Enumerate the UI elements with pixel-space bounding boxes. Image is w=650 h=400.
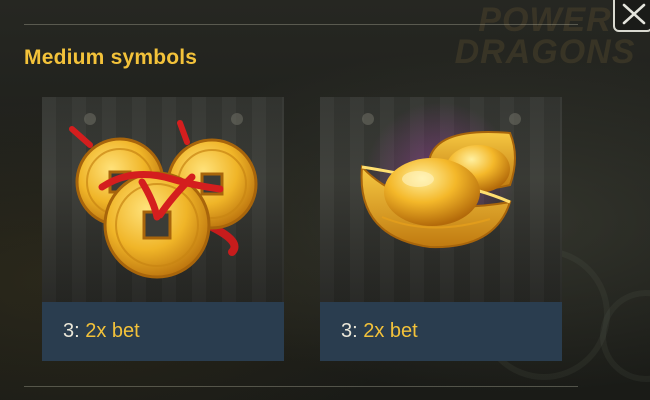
symbol-art	[42, 97, 284, 302]
background-game-logo: POWER DRAGONS	[450, 1, 640, 74]
background-logo-line1: POWER	[478, 1, 612, 39]
chinese-coins-icon	[69, 113, 258, 279]
close-icon	[622, 3, 646, 25]
background-logo-line2: DRAGONS	[454, 33, 636, 71]
payout-row: 3: 2x bet	[320, 302, 562, 361]
bottom-divider	[24, 386, 578, 387]
payout-count: 3:	[63, 320, 80, 342]
payout-row: 3: 2x bet	[42, 302, 284, 361]
top-divider	[24, 24, 578, 25]
payout-multiplier: 2x bet	[85, 320, 140, 342]
symbol-card-coins: 3: 2x bet	[42, 97, 284, 361]
symbol-art	[320, 97, 562, 302]
gold-ingot-icon	[360, 102, 521, 252]
symbol-card-ingots: 3: 2x bet	[320, 97, 562, 361]
payout-multiplier: 2x bet	[363, 320, 418, 342]
section-title: Medium symbols	[24, 46, 198, 69]
close-button[interactable]	[613, 0, 650, 32]
paytable-screen: POWER DRAGONS Medium symbols 3: 2x bet 3…	[0, 0, 650, 400]
payout-count: 3:	[341, 320, 358, 342]
